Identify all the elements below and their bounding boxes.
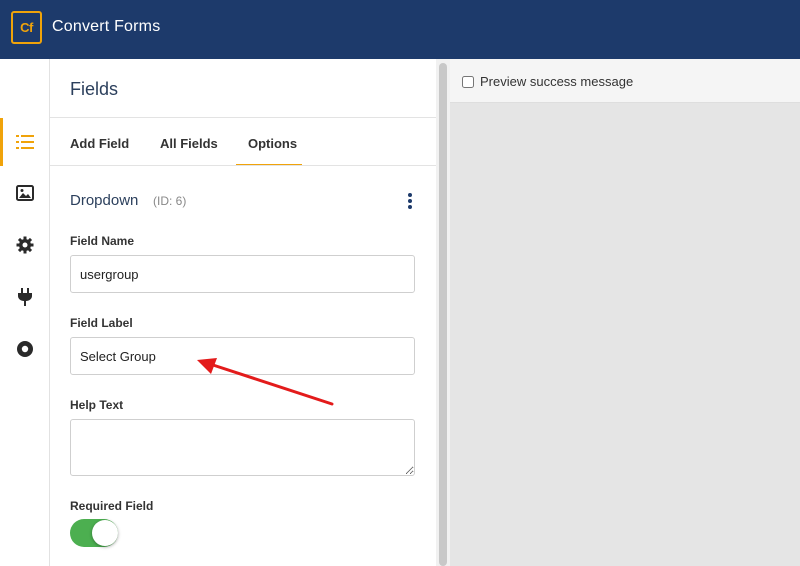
field-id-label: (ID: 6) [153,194,187,208]
tab-add-field[interactable]: Add Field [70,136,129,151]
preview-success-label[interactable]: Preview success message [480,74,633,89]
field-type-heading: Dropdown [70,192,139,209]
panel-scrollbar-thumb[interactable] [439,63,447,566]
annotation-arrow-icon [197,358,334,406]
help-text-input[interactable] [70,419,415,476]
app-title: Convert Forms [52,18,161,35]
list-icon [16,135,34,149]
field-label-label: Field Label [70,316,133,330]
toggle-knob [92,520,118,546]
fields-nav-button[interactable] [0,122,50,162]
help-text-label: Help Text [70,398,124,412]
behavior-nav-button[interactable] [0,329,50,369]
tab-all-fields[interactable]: All Fields [160,136,218,151]
design-nav-button[interactable] [0,173,50,213]
field-name-label: Field Name [70,234,135,248]
field-name-input[interactable] [70,255,415,293]
form-preview-area: Preview success message [450,59,800,566]
record-icon [17,341,33,357]
top-bar: Cf Convert Forms [0,0,800,59]
divider [50,117,436,118]
more-options-icon[interactable] [404,191,416,211]
divider [50,165,436,166]
preview-toolbar: Preview success message [450,59,800,103]
panel-title: Fields [70,79,119,99]
required-field-toggle[interactable] [70,519,118,547]
icon-sidebar [0,59,50,566]
preview-success-checkbox[interactable] [462,76,474,88]
required-field-label: Required Field [70,499,154,513]
app-logo: Cf [11,11,42,44]
gear-icon [16,236,34,254]
image-icon [16,185,34,201]
fields-panel: Fields Add Field All Fields Options Drop… [50,59,436,566]
settings-nav-button[interactable] [0,225,50,265]
tab-options[interactable]: Options [248,136,297,151]
integrations-nav-button[interactable] [0,277,50,317]
plug-icon [18,288,32,306]
